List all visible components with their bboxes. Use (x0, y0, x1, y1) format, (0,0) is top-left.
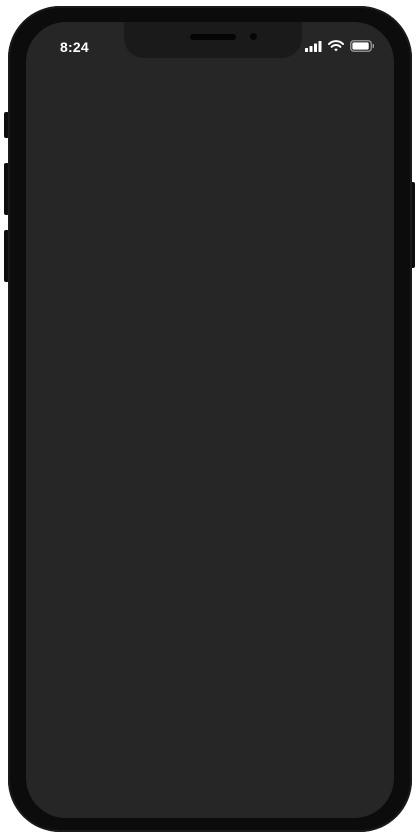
battery-fill (352, 42, 369, 50)
cellular-signal-icon (305, 40, 322, 52)
phone-frame: 8:24 (8, 6, 412, 832)
status-bar-icons (305, 40, 374, 52)
front-camera (250, 33, 257, 40)
notch (124, 22, 302, 58)
battery-icon (350, 40, 374, 52)
earpiece-speaker (190, 34, 236, 40)
phone-screen[interactable]: 8:24 (26, 22, 394, 818)
device-stage: 8:24 (0, 0, 420, 836)
wifi-icon (328, 40, 344, 52)
status-bar-time: 8:24 (60, 39, 89, 55)
